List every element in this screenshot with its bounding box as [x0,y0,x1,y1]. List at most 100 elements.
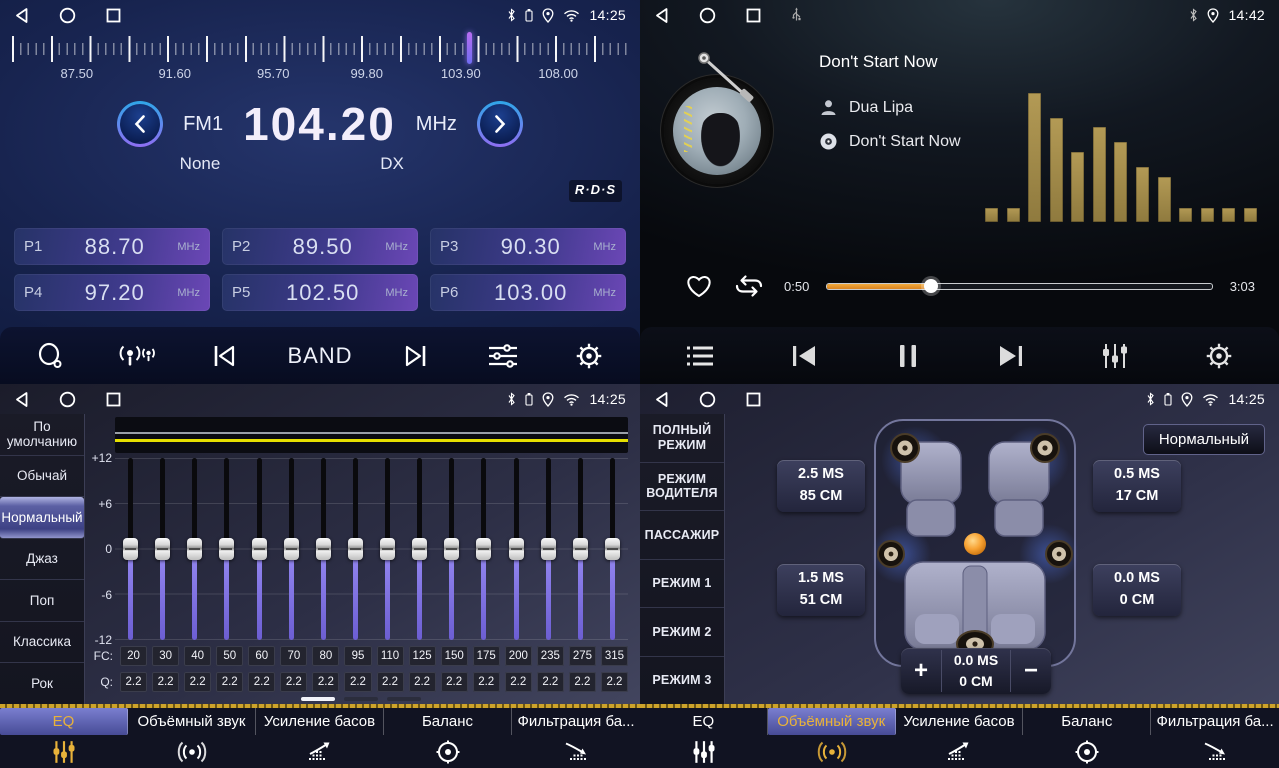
slider-knob[interactable] [412,538,427,560]
delay-front-right[interactable]: 0.5 MS 17 CM [1093,460,1181,512]
slider-knob[interactable] [509,538,524,560]
back-button[interactable] [14,7,29,24]
equalizer-shortcut-button[interactable] [481,334,525,378]
eq-band-slider[interactable] [573,458,588,640]
preset-button-p1[interactable]: P188.70MHz [14,228,210,265]
slider-knob[interactable] [284,538,299,560]
listening-mode-item[interactable]: РЕЖИМ 2 [640,608,724,657]
previous-track-button[interactable] [782,334,826,378]
sound-profile-button[interactable]: Нормальный [1143,424,1265,455]
next-track-button[interactable] [989,334,1033,378]
eq-band-slider[interactable] [444,458,459,640]
recents-button[interactable] [746,392,761,407]
slider-knob[interactable] [380,538,395,560]
listening-mode-item[interactable]: РЕЖИМ 1 [640,560,724,609]
home-button[interactable] [59,391,76,408]
eq-preset-item[interactable]: Классика [0,622,84,664]
favorite-button[interactable] [684,273,714,300]
seek-bar-knob[interactable] [924,279,938,293]
band-page-indicator[interactable] [387,697,421,701]
previous-station-button[interactable] [201,334,245,378]
preset-button-p4[interactable]: P497.20MHz [14,274,210,311]
slider-knob[interactable] [605,538,620,560]
slider-knob[interactable] [348,538,363,560]
tab-eq[interactable]: EQ [0,708,128,768]
eq-preset-item[interactable]: По умолчанию [0,414,84,456]
tab-bass-boost[interactable]: Усиление басов [896,708,1024,768]
eq-band-slider[interactable] [541,458,556,640]
eq-band-slider[interactable] [284,458,299,640]
slider-knob[interactable] [155,538,170,560]
preset-button-p5[interactable]: P5102.50MHz [222,274,418,311]
eq-preset-item[interactable]: Джаз [0,539,84,581]
broadcast-button[interactable] [115,334,159,378]
back-button[interactable] [654,7,669,24]
eq-band-slider[interactable] [605,458,620,640]
back-button[interactable] [14,391,29,408]
listening-mode-item[interactable]: ПОЛНЫЙ РЕЖИМ [640,414,724,463]
eq-band-slider[interactable] [252,458,267,640]
tab-balance[interactable]: Баланс [384,708,512,768]
scan-button[interactable] [29,334,73,378]
preset-button-p6[interactable]: P6103.00MHz [430,274,626,311]
recents-button[interactable] [106,392,121,407]
eq-preset-item[interactable]: Рок [0,663,84,704]
eq-band-slider[interactable] [187,458,202,640]
frequency-ruler[interactable]: 87.5091.6095.7099.80103.90108.00 [0,30,640,88]
slider-knob[interactable] [444,538,459,560]
eq-band-slider[interactable] [509,458,524,640]
preset-button-p2[interactable]: P289.50MHz [222,228,418,265]
delay-rear-right[interactable]: 0.0 MS 0 CM [1093,564,1181,616]
band-page-indicator[interactable] [301,697,335,701]
eq-band-slider[interactable] [155,458,170,640]
tab-eq[interactable]: EQ [640,708,768,768]
home-button[interactable] [699,391,716,408]
eq-preset-item[interactable]: Нормальный [0,497,84,539]
band-button[interactable]: BAND [287,334,352,378]
preset-button-p3[interactable]: P390.30MHz [430,228,626,265]
settings-button[interactable] [1197,334,1241,378]
eq-band-slider[interactable] [476,458,491,640]
eq-band-slider[interactable] [348,458,363,640]
playlist-button[interactable] [678,334,722,378]
delay-rear-left[interactable]: 1.5 MS 51 CM [777,564,865,616]
tab-filter[interactable]: Фильтрация ба... [1151,708,1279,768]
delay-decrease-button[interactable]: − [1011,648,1051,694]
eq-band-slider[interactable] [380,458,395,640]
listening-mode-item[interactable]: РЕЖИМ ВОДИТЕЛЯ [640,463,724,512]
slider-knob[interactable] [219,538,234,560]
home-button[interactable] [699,7,716,24]
eq-band-slider[interactable] [316,458,331,640]
tune-up-button[interactable] [477,101,523,147]
slider-knob[interactable] [541,538,556,560]
listening-mode-item[interactable]: ПАССАЖИР [640,511,724,560]
slider-knob[interactable] [573,538,588,560]
tab-bass-boost[interactable]: Усиление басов [256,708,384,768]
slider-knob[interactable] [252,538,267,560]
settings-button[interactable] [567,334,611,378]
tab-surround[interactable]: Объёмный звук [128,708,256,768]
repeat-button[interactable] [732,272,766,300]
seek-bar[interactable] [827,284,1211,289]
tune-down-button[interactable] [117,101,163,147]
recents-button[interactable] [106,8,121,23]
next-station-button[interactable] [395,334,439,378]
home-button[interactable] [59,7,76,24]
back-button[interactable] [654,391,669,408]
listening-mode-item[interactable]: РЕЖИМ 3 [640,657,724,705]
slider-knob[interactable] [476,538,491,560]
band-page-indicator[interactable] [344,697,378,701]
eq-band-slider[interactable] [412,458,427,640]
eq-band-slider[interactable] [219,458,234,640]
recents-button[interactable] [746,8,761,23]
slider-knob[interactable] [123,538,138,560]
tab-filter[interactable]: Фильтрация ба... [512,708,640,768]
slider-knob[interactable] [316,538,331,560]
tab-surround[interactable]: Объёмный звук [768,708,896,768]
delay-increase-button[interactable]: + [901,648,941,694]
tab-balance[interactable]: Баланс [1023,708,1151,768]
slider-knob[interactable] [187,538,202,560]
pause-button[interactable] [886,334,930,378]
eq-band-slider[interactable] [123,458,138,640]
eq-preset-item[interactable]: Обычай [0,456,84,498]
